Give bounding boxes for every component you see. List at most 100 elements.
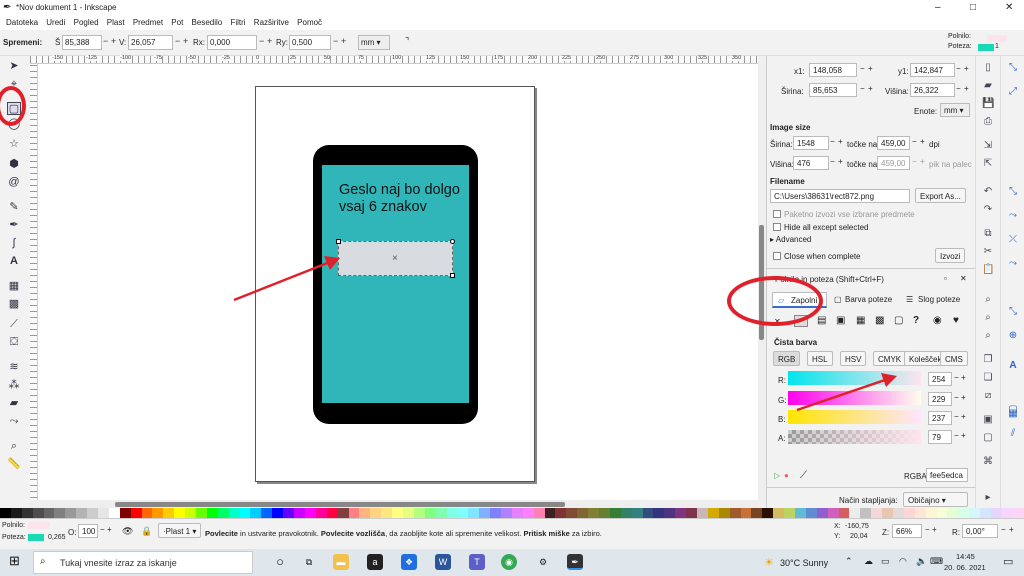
menu-pogled[interactable]: Pogled [74, 18, 99, 27]
palette-swatch[interactable] [21, 508, 33, 518]
palette-swatch[interactable] [413, 508, 425, 518]
tab-stroke-style[interactable]: ☰ Slog poteze [903, 292, 973, 308]
star-tool-icon[interactable]: ☆ [7, 138, 21, 151]
cut-icon[interactable]: ✂ [982, 246, 994, 258]
palette-swatch[interactable] [43, 508, 55, 518]
redo-icon[interactable]: ↷ [982, 204, 994, 216]
menu-pomoc[interactable]: Pomoč [297, 18, 322, 27]
palette-swatch[interactable] [196, 508, 207, 518]
snap-intersection-icon[interactable]: ⤫ [1007, 234, 1019, 246]
menu-predmet[interactable]: Predmet [133, 18, 163, 27]
image-width-minus[interactable]: − [830, 137, 835, 146]
file-explorer-icon[interactable]: ▬ [333, 554, 349, 570]
palette-swatch[interactable] [816, 508, 828, 518]
snap-center-icon[interactable]: ⊕ [1007, 330, 1019, 342]
export-height-plus[interactable]: + [964, 84, 969, 93]
palette-swatch[interactable] [588, 508, 599, 518]
print-icon[interactable]: ⎙ [982, 116, 994, 128]
palette-swatch[interactable] [620, 508, 632, 518]
palette-swatch[interactable] [936, 508, 948, 518]
zoom-minus[interactable]: − [925, 525, 930, 534]
export-icon[interactable]: ⇱ [982, 158, 994, 170]
image-height-input[interactable]: 476 [793, 156, 829, 170]
palette-swatch[interactable] [762, 508, 774, 518]
palette-swatch[interactable] [326, 508, 338, 518]
palette-swatch[interactable] [370, 508, 382, 518]
export-width-plus[interactable]: + [868, 84, 873, 93]
height-minus[interactable]: − [175, 36, 180, 46]
snap-path-icon[interactable]: ⤳ [1007, 210, 1019, 222]
palette-swatch[interactable] [740, 508, 752, 518]
palette-swatch[interactable] [598, 508, 610, 518]
rgba-input[interactable]: fee5edca [926, 468, 968, 482]
menu-uredi[interactable]: Uredi [46, 18, 65, 27]
palette-swatch[interactable] [87, 508, 99, 518]
snap-guide-icon[interactable]: ⫽ [1007, 428, 1019, 440]
task-view-icon[interactable]: ⧉ [301, 554, 317, 570]
swatch-icon[interactable]: ▢ [894, 315, 903, 326]
model-hsv-tab[interactable]: HSV [840, 351, 867, 366]
windows-start-icon[interactable]: ⊞ [9, 553, 20, 569]
horizontal-scroll-thumb[interactable] [115, 502, 565, 507]
network-icon[interactable]: ☁ [864, 556, 873, 567]
resize-handle[interactable] [450, 273, 455, 278]
palette-swatch[interactable] [348, 508, 360, 518]
palette-swatch[interactable] [980, 508, 992, 518]
filename-input[interactable]: C:\Users\38631\rect872.png [770, 189, 910, 203]
layer-visibility-icon[interactable]: 👁 [122, 526, 133, 537]
linear-gradient-icon[interactable]: ▤ [817, 315, 826, 326]
group-icon[interactable]: ▣ [982, 414, 994, 426]
rotation-plus[interactable]: + [1009, 525, 1014, 534]
advanced-expander[interactable]: ▸ Advanced [770, 235, 811, 244]
export-as-button[interactable]: Export As... [915, 188, 966, 203]
panel-options-icon[interactable]: ▫ [944, 274, 947, 283]
palette-swatch[interactable] [381, 508, 393, 518]
palette-swatch[interactable] [206, 508, 218, 518]
y1-plus[interactable]: + [964, 64, 969, 73]
inkscape-taskbar-icon[interactable]: ✒ [567, 554, 583, 570]
palette-swatch[interactable] [882, 508, 894, 518]
palette-swatch[interactable] [457, 508, 469, 518]
image-width-input[interactable]: 1548 [793, 136, 829, 150]
palette-swatch[interactable] [402, 508, 414, 518]
opacity-input[interactable]: 100 [78, 524, 98, 538]
fill-rule-evenodd-icon[interactable]: ◉ [933, 315, 942, 326]
palette-swatch[interactable] [152, 508, 164, 518]
palette-swatch[interactable] [642, 508, 654, 518]
rx-plus[interactable]: + [267, 36, 272, 46]
x1-input[interactable]: 148,058 [809, 63, 857, 77]
palette-swatch[interactable] [697, 508, 708, 518]
palette-swatch[interactable] [947, 508, 959, 518]
weather-text[interactable]: 30°C Sunny [780, 558, 828, 568]
zoom-plus[interactable]: + [932, 525, 937, 534]
snap-nodes-icon[interactable]: ⤡ [1007, 186, 1019, 198]
palette-swatch[interactable] [174, 508, 186, 518]
teams-icon[interactable]: T [469, 554, 485, 570]
rx-minus[interactable]: − [259, 36, 264, 46]
palette-swatch[interactable] [294, 508, 305, 518]
palette-swatch[interactable] [664, 508, 676, 518]
palette-swatch[interactable] [555, 508, 567, 518]
unlink-clone-icon[interactable]: ⧄ [982, 390, 994, 402]
zoom-selection-icon[interactable]: ⌕ [982, 294, 994, 306]
pattern-icon[interactable]: ▩ [875, 315, 884, 326]
model-cms-tab[interactable]: CMS [940, 351, 968, 366]
calligraphy-tool-icon[interactable]: ∫ [7, 237, 21, 250]
palette-swatch[interactable] [446, 508, 458, 518]
a-input[interactable]: 79 [928, 430, 952, 444]
palette-swatch[interactable] [10, 508, 22, 518]
palette-swatch[interactable] [315, 508, 327, 518]
palette-swatch[interactable] [272, 508, 284, 518]
width-minus[interactable]: − [103, 36, 108, 46]
paste-icon[interactable]: 📋 [982, 264, 994, 276]
zoom-input[interactable]: 66% [892, 524, 922, 538]
snap-toggle-icon[interactable]: ⤡ [1007, 62, 1019, 74]
rx-input[interactable]: 0,000 [207, 35, 257, 50]
palette-swatch[interactable] [925, 508, 937, 518]
g-minus[interactable]: − [954, 393, 959, 402]
palette-swatch[interactable] [468, 508, 480, 518]
palette-swatch[interactable] [827, 508, 839, 518]
menu-plast[interactable]: Plast [107, 18, 125, 27]
a-slider[interactable] [788, 430, 921, 444]
palette-swatch[interactable] [805, 508, 817, 518]
